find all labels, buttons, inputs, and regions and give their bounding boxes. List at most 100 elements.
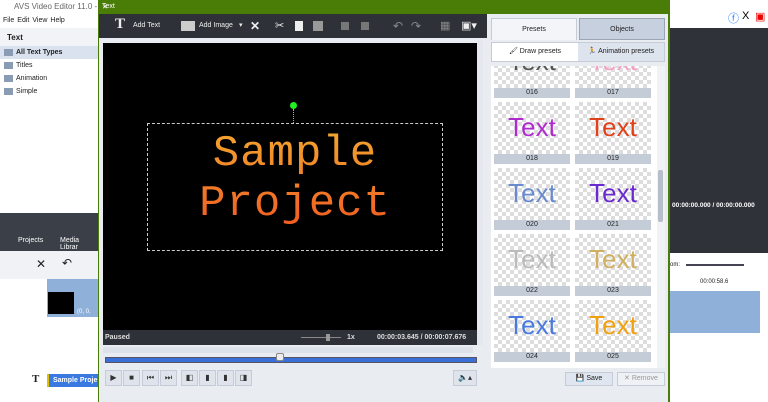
preset-tile[interactable]: Text 019: [575, 102, 651, 164]
playback-time: 00:00:03.645 / 00:00:07.676: [377, 334, 467, 341]
dialog-title-bar: Text ✕: [99, 0, 669, 14]
send-backward-icon[interactable]: [361, 22, 369, 30]
nav-media-library[interactable]: Media Librar: [60, 237, 98, 251]
preset-id: 016: [494, 88, 570, 98]
menu-file[interactable]: File: [3, 17, 14, 24]
grid-icon[interactable]: ▦: [440, 19, 450, 33]
preset-id: 018: [494, 154, 570, 164]
seek-bar[interactable]: [105, 357, 477, 363]
menu-view[interactable]: View: [32, 17, 47, 24]
preset-sample-text: Text: [589, 310, 637, 340]
video-clip[interactable]: (0, 0,: [47, 279, 98, 317]
subtab-draw-presets[interactable]: 🖌 Draw presets: [492, 43, 578, 61]
preset-id: 025: [575, 352, 651, 362]
main-preview-panel: ⓕ X ▣ 00:00:00.000 / 00:00:00.000 om: 00…: [670, 10, 768, 402]
preset-tile[interactable]: Text 024: [494, 300, 570, 362]
trim-start-button[interactable]: ◧: [181, 370, 198, 386]
text-type-tree: Text All Text Types Titles Animation Sim…: [0, 28, 98, 213]
copy-icon[interactable]: [295, 21, 303, 31]
add-text-button[interactable]: Add Text: [133, 19, 160, 33]
tree-header: Text: [0, 28, 98, 46]
rotate-handle[interactable]: [290, 102, 297, 109]
preset-sample-text: Text: [508, 244, 556, 274]
preview-text[interactable]: Sample Project: [147, 129, 443, 229]
add-image-button[interactable]: Add Image: [199, 19, 233, 33]
next-frame-button[interactable]: ⏭: [160, 370, 177, 386]
text-clip[interactable]: Sample Proje: [47, 374, 98, 387]
delete-icon[interactable]: ✕: [36, 257, 46, 271]
preset-sample-text: Text: [589, 178, 637, 208]
bring-forward-icon[interactable]: [341, 22, 349, 30]
folder-icon: [4, 49, 13, 56]
tab-objects[interactable]: Objects: [579, 18, 665, 40]
tab-presets[interactable]: Presets: [491, 18, 577, 40]
preview-canvas[interactable]: Sample Project: [103, 43, 477, 330]
nav-projects[interactable]: Projects: [18, 237, 43, 244]
tree-item-titles[interactable]: Titles: [0, 59, 98, 72]
redo-icon[interactable]: ↷: [411, 19, 421, 33]
volume-button[interactable]: 🔈▴: [453, 370, 477, 386]
close-icon[interactable]: ✕: [102, 3, 663, 11]
undo-icon[interactable]: ↶: [393, 19, 403, 33]
ruler-time: 00:00:58.6: [700, 279, 729, 285]
paste-icon[interactable]: [313, 21, 323, 31]
tree-item-simple[interactable]: Simple: [0, 85, 98, 98]
trim-end-button[interactable]: ◨: [235, 370, 252, 386]
tree-item-animation[interactable]: Animation: [0, 72, 98, 85]
nav-bar: Projects Media Librar: [0, 213, 98, 251]
playback-state: Paused: [105, 334, 130, 341]
previous-frame-button[interactable]: ⏮: [142, 370, 159, 386]
video-track-clip[interactable]: [670, 291, 760, 333]
speed-value: 1x: [347, 334, 355, 341]
preset-grid: Text 016 Text 017 Text 018 Text 019 Text 020 Text 0…: [491, 66, 661, 368]
preset-tile[interactable]: Text 023: [575, 234, 651, 296]
tree-item-all[interactable]: All Text Types: [0, 46, 98, 59]
preset-sample-text: Text: [508, 310, 556, 340]
preview-horizontal-scrollbar[interactable]: [103, 347, 473, 353]
image-icon: [181, 21, 195, 31]
facebook-icon[interactable]: ⓕ: [728, 10, 739, 26]
seek-thumb[interactable]: [275, 353, 284, 361]
preset-sample-text: Text: [575, 66, 651, 77]
dialog-toolbar: T Add Text Add Image ▾ ✕ ✂ ↶ ↷ ▦ ▣▾: [99, 14, 487, 38]
text-dialog: Text ✕ T Add Text Add Image ▾ ✕ ✂ ↶ ↷ ▦ ▣…: [98, 0, 670, 402]
subtab-animation-presets[interactable]: 🏃 Animation presets: [578, 43, 664, 61]
app-title: AVS Video Editor 11.0 - Nc: [14, 2, 110, 11]
menu-bar: File Edit View Help: [0, 14, 98, 28]
mark-in-button[interactable]: ▮: [199, 370, 216, 386]
x-icon[interactable]: X: [742, 10, 749, 22]
preset-tile[interactable]: Text 020: [494, 168, 570, 230]
preset-id: 019: [575, 154, 651, 164]
folder-icon: [4, 88, 13, 95]
delete-icon[interactable]: ✕: [250, 19, 260, 33]
preset-tile[interactable]: Text 025: [575, 300, 651, 362]
preset-tile[interactable]: Text 021: [575, 168, 651, 230]
preset-scroll-thumb[interactable]: [658, 170, 663, 222]
preset-subtabs: 🖌 Draw presets 🏃 Animation presets: [491, 42, 665, 62]
preset-tile[interactable]: Text 017: [575, 66, 651, 98]
play-button[interactable]: ▶: [105, 370, 122, 386]
youtube-icon[interactable]: ▣: [755, 10, 765, 23]
preview-vertical-scrollbar[interactable]: [477, 40, 483, 345]
preset-id: 021: [575, 220, 651, 230]
stop-button[interactable]: ■: [123, 370, 140, 386]
preview-status-bar: Paused 1x 00:00:03.645 / 00:00:07.676: [103, 330, 477, 345]
preset-sample-text: Text: [589, 244, 637, 274]
menu-help[interactable]: Help: [50, 17, 64, 24]
dropdown-arrow-icon[interactable]: ▾: [239, 19, 243, 33]
main-time: 00:00:00.000 / 00:00:00.000: [672, 202, 755, 209]
preset-tile[interactable]: Text 018: [494, 102, 570, 164]
cut-icon[interactable]: ✂: [275, 19, 284, 33]
zoom-slider[interactable]: [686, 264, 744, 266]
timeline-tracks: (0, 0, Sample Proje T: [0, 279, 98, 402]
save-button[interactable]: 💾 Save: [565, 372, 613, 386]
remove-button[interactable]: ✕ Remove: [617, 372, 665, 386]
undo-icon[interactable]: ↶: [62, 256, 72, 270]
folder-icon: [4, 62, 13, 69]
preset-tile[interactable]: Text 022: [494, 234, 570, 296]
preset-tile[interactable]: Text 016: [494, 66, 570, 98]
menu-edit[interactable]: Edit: [17, 17, 29, 24]
monitor-icon[interactable]: ▣▾: [461, 19, 477, 33]
mark-out-button[interactable]: ▮: [217, 370, 234, 386]
speed-slider[interactable]: [301, 334, 341, 341]
